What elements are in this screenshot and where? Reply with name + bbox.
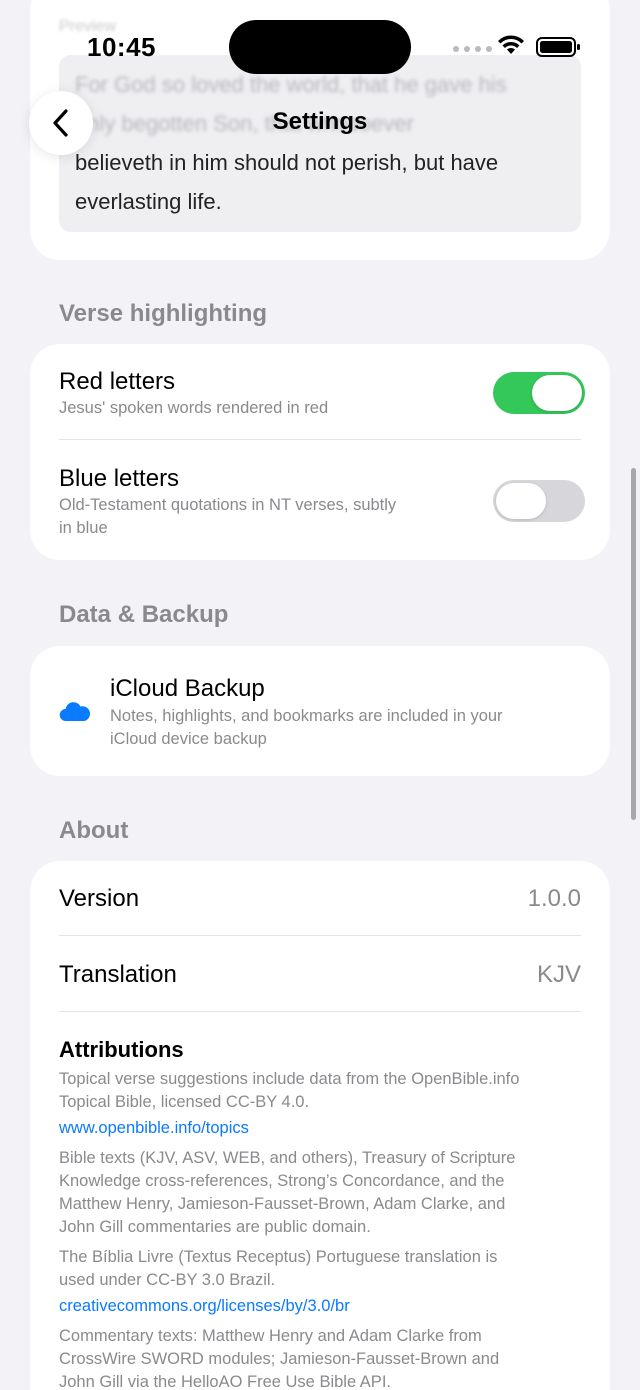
version-value: 1.0.0 <box>527 885 581 912</box>
translation-value: KJV <box>536 961 581 988</box>
version-label: Version <box>59 885 140 912</box>
blue-letters-subtitle-2: in blue <box>59 519 108 537</box>
toggle-knob <box>532 375 582 411</box>
dynamic-island <box>229 20 411 74</box>
page-title: Settings <box>272 108 368 135</box>
wifi-icon <box>498 35 524 54</box>
red-letters-subtitle: Jesus' spoken words rendered in red <box>59 399 329 417</box>
attribution-openbible: Topical verse suggestions include data f… <box>59 1070 520 1111</box>
translation-label: Translation <box>59 961 177 988</box>
about-card: Version 1.0.0 Translation KJV Attributio… <box>30 861 610 1390</box>
divider <box>59 935 581 936</box>
icloud-backup-title: iCloud Backup <box>110 675 265 702</box>
icloud-backup-subtitle-2: iCloud device backup <box>110 730 267 748</box>
verse-highlighting-card: Red letters Jesus' spoken words rendered… <box>30 344 610 560</box>
attribution-biblia-livre: The Bíblia Livre (Textus Receptus) Portu… <box>59 1248 498 1289</box>
attribution-public-domain: Bible texts (KJV, ASV, WEB, and others),… <box>59 1149 516 1236</box>
blue-letters-subtitle-1: Old-Testament quotations in NT verses, s… <box>59 496 397 514</box>
signal-dots-icon <box>453 46 492 52</box>
section-header-data-backup: Data & Backup <box>59 601 229 628</box>
blue-letters-title: Blue letters <box>59 465 180 492</box>
nav-bar: Settings <box>0 88 640 158</box>
battery-icon <box>536 37 580 57</box>
openbible-link[interactable]: www.openbible.info/topics <box>59 1119 249 1138</box>
blue-letters-toggle[interactable] <box>493 480 585 522</box>
section-header-verse-highlighting: Verse highlighting <box>59 300 268 327</box>
toggle-knob <box>496 483 546 519</box>
creativecommons-link[interactable]: creativecommons.org/licenses/by/3.0/br <box>59 1297 350 1316</box>
scroll-indicator[interactable] <box>631 468 636 820</box>
divider <box>59 439 581 440</box>
data-backup-card: iCloud Backup Notes, highlights, and boo… <box>30 646 610 776</box>
attributions-title: Attributions <box>59 1037 184 1062</box>
cloud-icon <box>59 702 91 722</box>
red-letters-toggle[interactable] <box>493 372 585 414</box>
status-bar: 10:45 <box>0 0 640 95</box>
icloud-backup-subtitle-1: Notes, highlights, and bookmarks are inc… <box>110 707 503 725</box>
preview-line-4: everlasting life. <box>75 189 222 214</box>
attribution-commentary: Commentary texts: Matthew Henry and Adam… <box>59 1327 500 1390</box>
red-letters-title: Red letters <box>59 368 176 395</box>
status-time: 10:45 <box>87 32 156 62</box>
divider <box>59 1011 581 1012</box>
section-header-about: About <box>59 817 129 844</box>
